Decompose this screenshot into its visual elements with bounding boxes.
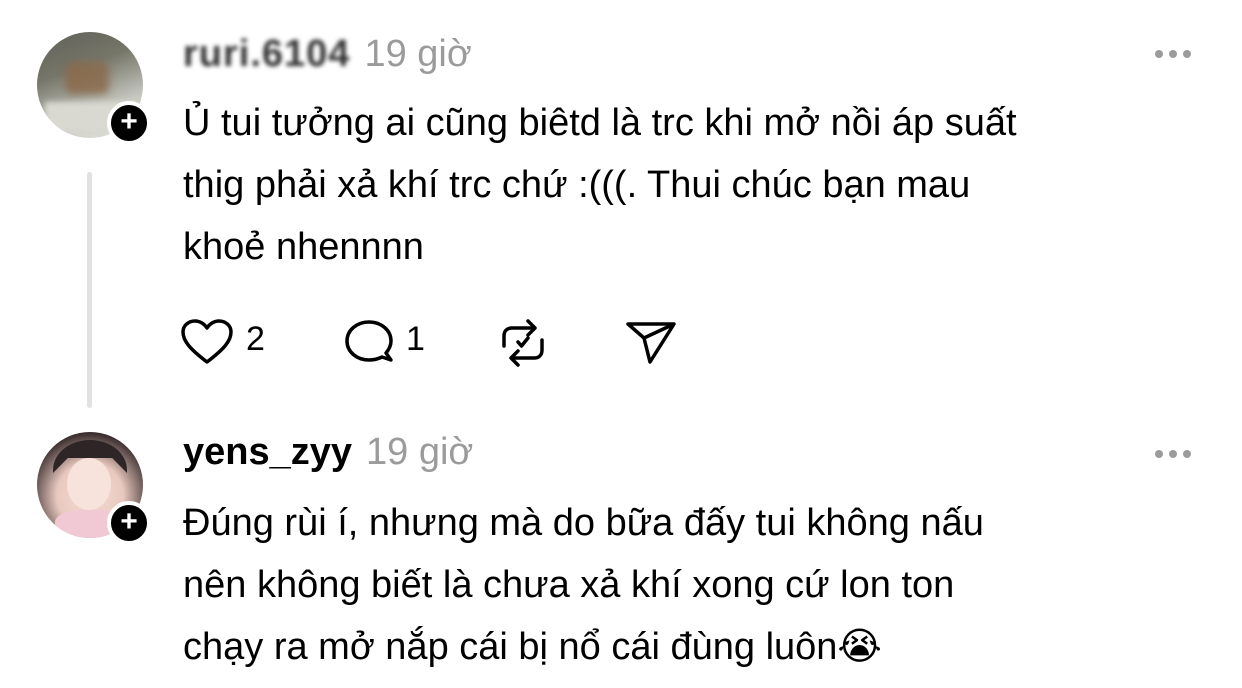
post-text: Đúng rùi í, nhưng mà do bữa đấy tui khôn…: [183, 492, 1213, 678]
post-text-line: Ủ tui tưởng ai cũng biêtd là trc khi mở …: [183, 102, 1017, 144]
follow-plus-icon[interactable]: +: [107, 501, 151, 545]
more-dots-icon[interactable]: [1152, 446, 1194, 460]
timestamp: 19 giờ: [366, 431, 474, 473]
post-text: Ủ tui tưởng ai cũng biêtd là trc khi mở …: [183, 92, 1213, 278]
follow-plus-icon[interactable]: +: [107, 101, 151, 145]
like-count: 2: [246, 320, 265, 358]
post-text-line: chạy ra mở nắp cái bị nổ cái đùng luôn😭: [183, 626, 882, 668]
post-text-line: khoẻ nhennnn: [183, 226, 424, 268]
reply-count: 1: [406, 320, 425, 358]
username[interactable]: yens_zyy: [183, 431, 352, 473]
post-header: yens_zyy 19 giờ: [183, 431, 473, 474]
more-dots-icon[interactable]: [1152, 46, 1194, 60]
send-icon: [626, 322, 676, 364]
post-1: + ruri.6104 19 giờ Ủ tui tưởng ai cũng bi…: [0, 0, 1242, 410]
avatar-image-part: [67, 458, 111, 510]
post-2: + yens_zyy 19 giờ Đúng rùi í, nhưng mà do…: [0, 410, 1242, 688]
avatar-image-part: [65, 62, 109, 94]
timestamp: 19 giờ: [364, 33, 472, 75]
comment-icon: [345, 320, 393, 362]
thread-line: [87, 172, 92, 408]
heart-icon: [181, 319, 233, 364]
repost-icon: [502, 319, 544, 367]
post-text-line: nên không biết là chưa xả khí xong cứ lo…: [183, 564, 955, 606]
post-header: ruri.6104 19 giờ: [183, 33, 472, 76]
post-text-line: thig phải xả khí trc chứ :(((. Thui chúc…: [183, 164, 971, 206]
username[interactable]: ruri.6104: [183, 33, 350, 75]
post-text-line: Đúng rùi í, nhưng mà do bữa đấy tui khôn…: [183, 502, 984, 544]
